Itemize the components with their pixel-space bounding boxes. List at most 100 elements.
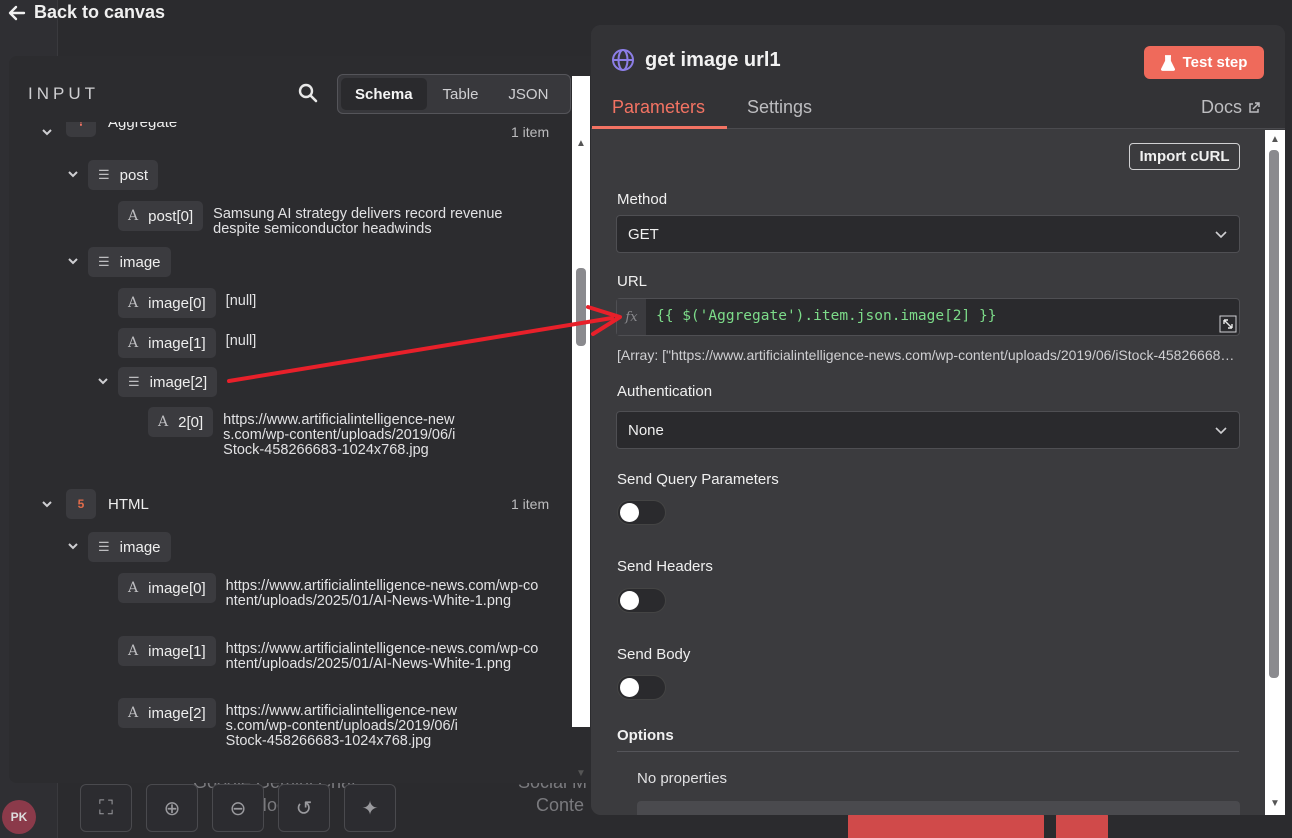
chevron-down-icon[interactable] bbox=[40, 125, 54, 139]
send-headers-toggle[interactable] bbox=[617, 588, 666, 613]
send-query-toggle[interactable] bbox=[617, 500, 666, 525]
post-item-key: post[0] bbox=[148, 207, 194, 225]
image-item-key: image[1] bbox=[148, 334, 206, 352]
execute-options-button[interactable] bbox=[1056, 812, 1108, 838]
authentication-select[interactable]: None bbox=[616, 411, 1240, 449]
post-field-row[interactable]: ☰ post bbox=[88, 160, 159, 190]
html-image-field-key: image bbox=[119, 538, 161, 556]
image-array-row[interactable]: ☰ image[2] bbox=[118, 367, 218, 397]
toggle-knob bbox=[620, 591, 639, 610]
url-expression-field[interactable]: fx {{ $('Aggregate').item.json.image[2] … bbox=[616, 298, 1240, 336]
node-header: get image url1 Test step Parameters Sett… bbox=[591, 25, 1285, 129]
image-subitem-value: https://www.artificialintelligence-news.… bbox=[223, 412, 456, 458]
chevron-down-icon[interactable] bbox=[66, 167, 80, 181]
html-image-field-pill: ☰ image bbox=[88, 532, 171, 562]
input-title: INPUT bbox=[28, 84, 99, 103]
html-image-item-row[interactable]: Aimage[2] https://www.artificialintellig… bbox=[118, 698, 466, 749]
image-field-row[interactable]: ☰ image bbox=[88, 247, 171, 277]
external-link-icon bbox=[1249, 101, 1260, 113]
input-scrollbar-thumb[interactable] bbox=[576, 268, 586, 346]
input-scrollbar[interactable] bbox=[572, 76, 590, 727]
table-view-button[interactable]: Table bbox=[429, 78, 493, 110]
send-body-label: Send Body bbox=[617, 646, 691, 663]
html-image-item-row[interactable]: Aimage[0] https://www.artificialintellig… bbox=[118, 573, 546, 609]
chevron-down-icon[interactable] bbox=[66, 254, 80, 268]
schema-view-button[interactable]: Schema bbox=[341, 78, 427, 110]
list-icon: ☰ bbox=[98, 167, 110, 182]
authentication-value: None bbox=[628, 421, 664, 439]
fit-view-button[interactable]: ⛶ bbox=[80, 784, 132, 832]
node-name: get image url1 bbox=[645, 48, 781, 71]
add-option-button[interactable] bbox=[637, 801, 1240, 815]
parameters-scrollbar-thumb[interactable] bbox=[1269, 150, 1279, 678]
string-type-icon: A bbox=[128, 295, 139, 311]
search-icon[interactable] bbox=[298, 83, 318, 103]
arrow-left-icon bbox=[8, 5, 26, 20]
string-type-icon: A bbox=[128, 580, 139, 596]
image-item-pill: Aimage[1] bbox=[118, 328, 216, 358]
image-array-pill: ☰ image[2] bbox=[118, 367, 218, 397]
execute-workflow-button[interactable] bbox=[848, 812, 1044, 838]
scroll-down-icon[interactable]: ▼ bbox=[574, 768, 588, 780]
globe-icon bbox=[612, 49, 634, 71]
list-icon: ☰ bbox=[98, 254, 110, 269]
flask-icon bbox=[1160, 54, 1175, 71]
tab-parameters[interactable]: Parameters bbox=[612, 97, 705, 118]
post-field-key: post bbox=[119, 166, 149, 184]
send-body-toggle[interactable] bbox=[617, 675, 666, 700]
post-item-row[interactable]: Apost[0] Samsung AI strategy delivers re… bbox=[118, 201, 543, 237]
zoom-in-button[interactable]: ⊕ bbox=[146, 784, 198, 832]
scroll-up-icon[interactable]: ▲ bbox=[1268, 134, 1282, 146]
import-curl-button[interactable]: Import cURL bbox=[1129, 143, 1240, 170]
json-view-button[interactable]: JSON bbox=[494, 78, 562, 110]
node-parameters-panel: get image url1 Test step Parameters Sett… bbox=[591, 25, 1285, 815]
chevron-down-icon[interactable] bbox=[96, 374, 110, 388]
scroll-down-icon[interactable]: ▼ bbox=[1268, 798, 1282, 810]
html-image-item-row[interactable]: Aimage[1] https://www.artificialintellig… bbox=[118, 636, 546, 672]
expand-icon[interactable] bbox=[1219, 315, 1237, 333]
url-resolved-preview: [Array: ["https://www.artificialintellig… bbox=[617, 347, 1241, 363]
list-icon: ☰ bbox=[98, 539, 110, 554]
html-image-item-pill: Aimage[0] bbox=[118, 573, 216, 603]
options-label: Options bbox=[617, 727, 674, 744]
send-headers-label: Send Headers bbox=[617, 558, 713, 575]
string-type-icon: A bbox=[128, 208, 139, 224]
html-image-item-key: image[0] bbox=[148, 579, 206, 597]
chevron-down-icon[interactable] bbox=[66, 539, 80, 553]
html-node-row[interactable]: 5 HTML bbox=[66, 489, 149, 519]
image-subitem-pill: A 2[0] bbox=[148, 407, 214, 437]
test-step-button[interactable]: Test step bbox=[1144, 46, 1264, 79]
chevron-down-icon[interactable] bbox=[40, 497, 54, 511]
aggregate-node-row[interactable]: ⁝ Aggregate bbox=[66, 122, 177, 137]
reset-zoom-button[interactable]: ↺ bbox=[278, 784, 330, 832]
image-item-row[interactable]: Aimage[1] [null] bbox=[118, 328, 256, 358]
tab-settings[interactable]: Settings bbox=[747, 97, 812, 118]
zoom-out-button[interactable]: ⊖ bbox=[212, 784, 264, 832]
string-type-icon: A bbox=[158, 414, 169, 430]
scroll-up-icon[interactable]: ▲ bbox=[574, 138, 588, 150]
docs-label: Docs bbox=[1201, 97, 1243, 117]
html-image-item-value: https://www.artificialintelligence-news.… bbox=[225, 641, 539, 672]
parameters-form: Import cURL Method GET URL fx {{ $('Aggr… bbox=[591, 129, 1265, 815]
string-type-icon: A bbox=[128, 335, 139, 351]
parameter-tabs: Parameters Settings Docs bbox=[591, 93, 1285, 129]
html-node-name: HTML bbox=[108, 495, 149, 513]
back-to-canvas-link[interactable]: Back to canvas bbox=[8, 2, 165, 23]
html-image-field-row[interactable]: ☰ image bbox=[88, 532, 171, 562]
html-image-item-pill: Aimage[2] bbox=[118, 698, 216, 728]
avatar[interactable]: PK bbox=[2, 800, 36, 834]
image-item-key: image[0] bbox=[148, 294, 206, 312]
method-label: Method bbox=[617, 191, 668, 208]
tidy-up-button[interactable]: ✦ bbox=[344, 784, 396, 832]
method-value: GET bbox=[628, 225, 659, 243]
node-title[interactable]: get image url1 bbox=[611, 48, 781, 72]
image-item-row[interactable]: Aimage[0] [null] bbox=[118, 288, 256, 318]
zoom-in-icon: ⊕ bbox=[163, 797, 181, 820]
input-panel: INPUT Schema Table JSON ⁝ Aggregate 1 it… bbox=[9, 56, 591, 783]
view-mode-toggle: Schema Table JSON bbox=[337, 74, 571, 114]
image-field-key: image bbox=[119, 253, 161, 271]
image-subitem-row[interactable]: A 2[0] https://www.artificialintelligence… bbox=[148, 407, 463, 458]
aggregate-node-name: Aggregate bbox=[108, 122, 178, 131]
docs-link[interactable]: Docs bbox=[1201, 97, 1260, 118]
method-select[interactable]: GET bbox=[616, 215, 1240, 253]
